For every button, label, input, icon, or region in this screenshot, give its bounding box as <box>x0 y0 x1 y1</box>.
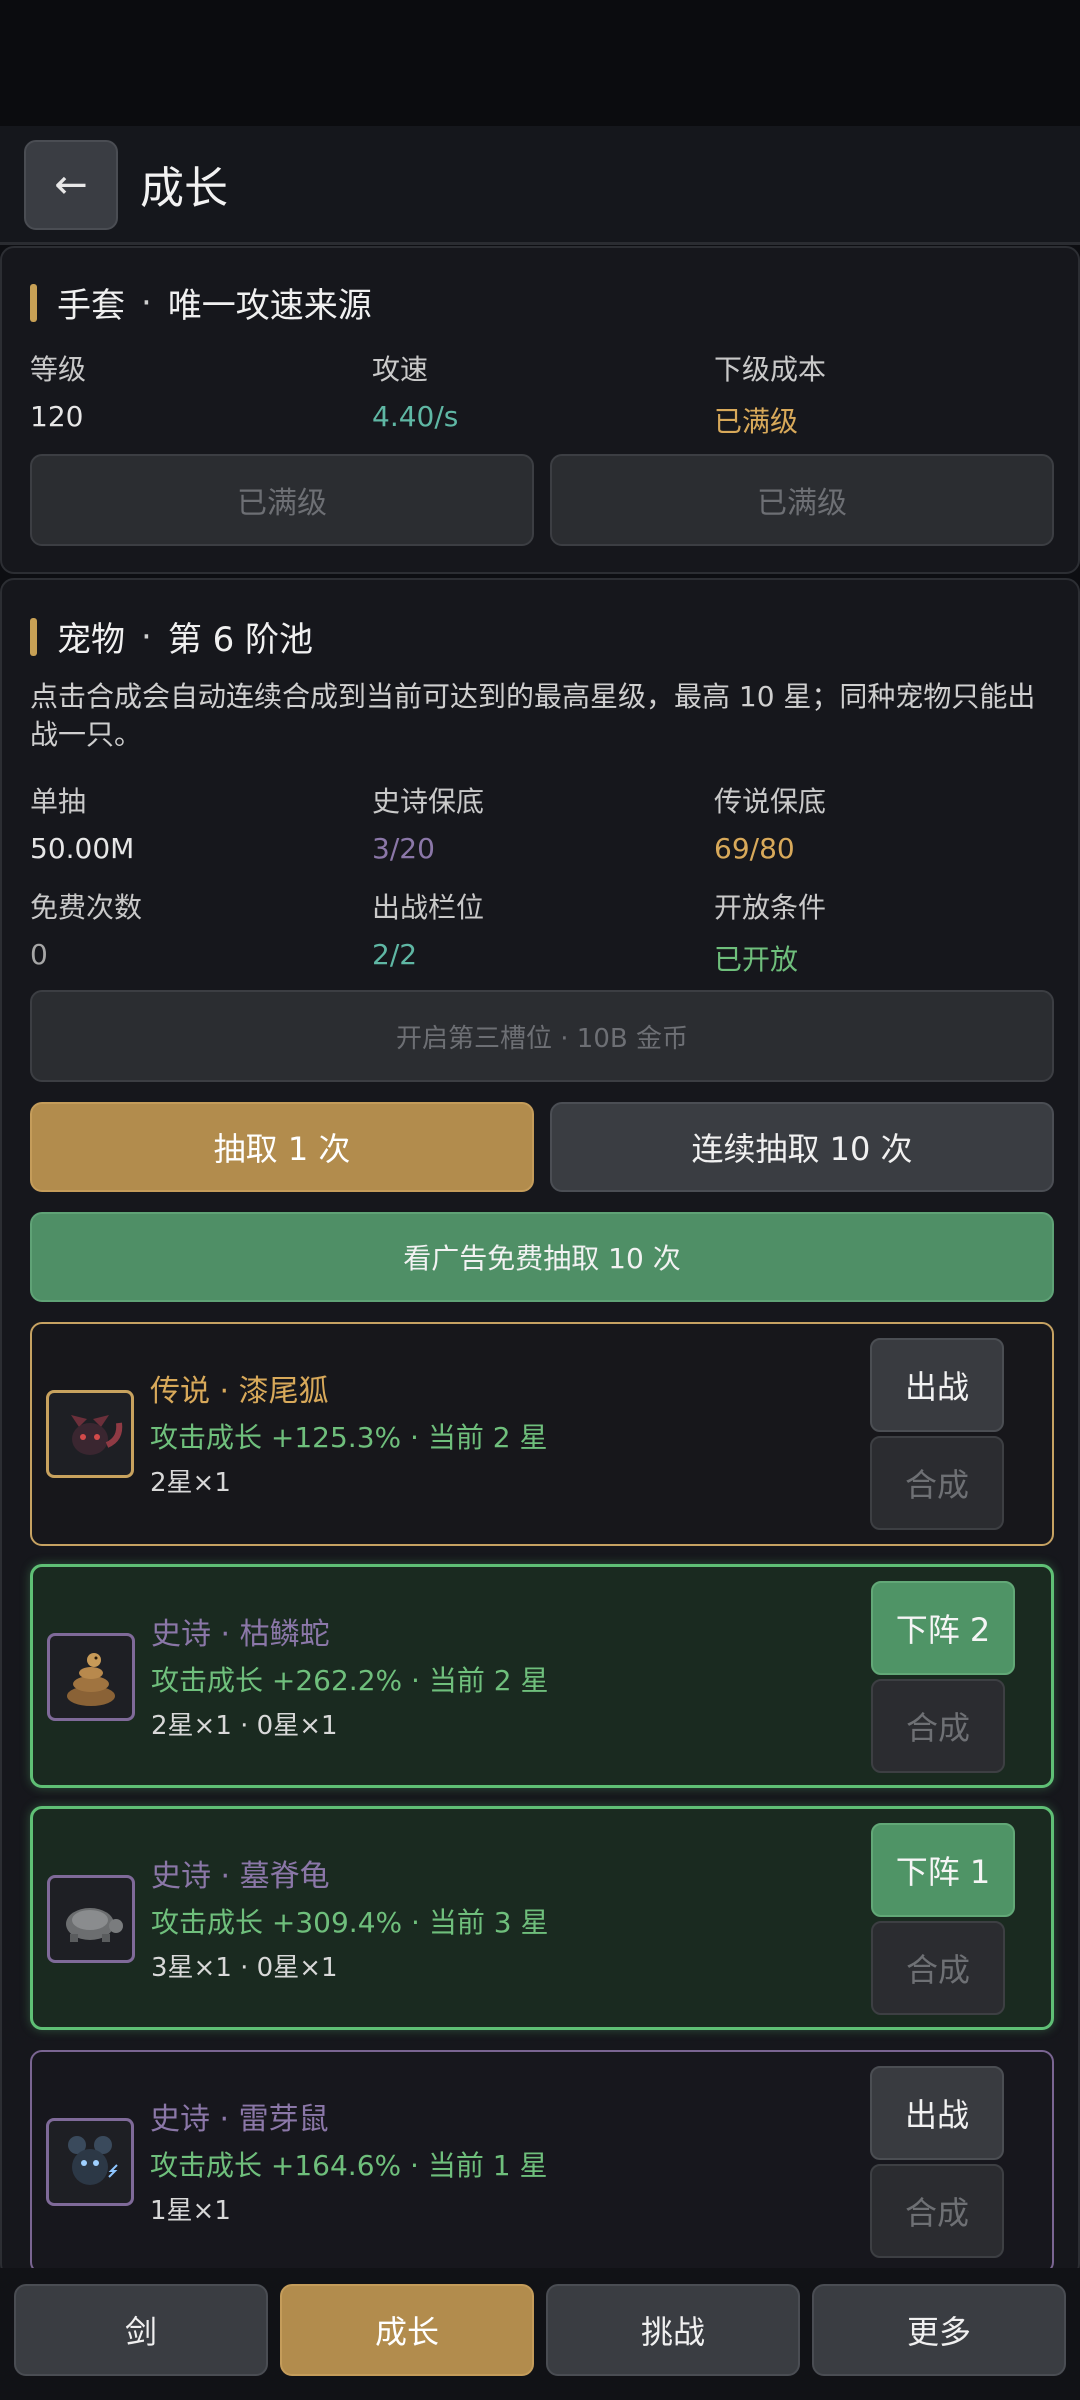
merge-button[interactable]: 合成 <box>871 1921 1005 2015</box>
pet-card: 史诗 · 雷芽鼠 攻击成长 +164.6% · 当前 1 星 1星×1 出战 合… <box>30 2050 1054 2274</box>
stat-label: 单抽 <box>30 785 87 818</box>
pet-name: 墓脊龟 <box>239 1859 330 1894</box>
turtle-icon <box>47 1875 135 1963</box>
stat-label: 等级 <box>30 353 87 386</box>
fox-icon <box>46 1390 134 1478</box>
title-accent-bar <box>30 617 37 656</box>
title-accent-bar <box>30 283 37 322</box>
undeploy-button[interactable]: 下阵 1 <box>871 1823 1015 1917</box>
stat-value: 已开放 <box>714 943 799 976</box>
page-title: 成长 <box>140 163 228 214</box>
pet-title: 史诗 · 墓脊龟 <box>151 1859 330 1894</box>
merge-button[interactable]: 合成 <box>870 2164 1004 2258</box>
stat-label: 史诗保底 <box>372 785 485 818</box>
stat-next-cost: 下级成本 已满级 <box>714 348 826 440</box>
arrow-left-icon: ← <box>54 162 88 208</box>
stat-attack-speed: 攻速 4.40/s <box>372 348 458 433</box>
stat-value: 已满级 <box>714 405 799 438</box>
pet-card: 传说 · 漆尾狐 攻击成长 +125.3% · 当前 2 星 2星×1 出战 合… <box>30 1322 1054 1546</box>
back-button[interactable]: ← <box>24 140 118 230</box>
status-bar <box>0 0 1080 126</box>
merge-button[interactable]: 合成 <box>871 1679 1005 1773</box>
stat-level: 等级 120 <box>30 348 86 433</box>
stat-legend-pity: 传说保底 69/80 <box>714 780 826 865</box>
nav-growth[interactable]: 成长 <box>280 2284 534 2376</box>
section-title: 手套 · 唯一攻速来源 <box>30 278 372 327</box>
pet-title: 史诗 · 雷芽鼠 <box>150 2102 329 2137</box>
pets-description: 点击合成会自动连续合成到当前可达到的最高星级，最高 10 星；同种宠物只能出战一… <box>30 680 1036 751</box>
merge-button[interactable]: 合成 <box>870 1436 1004 1530</box>
stat-label: 出战栏位 <box>372 891 485 924</box>
pet-stars: 1星×1 <box>150 2196 231 2226</box>
stat-epic-pity: 史诗保底 3/20 <box>372 780 484 865</box>
stat-free-count: 免费次数 0 <box>30 886 142 971</box>
pet-rarity: 史诗 <box>150 2102 210 2137</box>
stat-value: 0 <box>30 938 48 971</box>
pet-growth: 攻击成长 +164.6% · 当前 1 星 <box>150 2149 548 2182</box>
section-title-main: 宠物 <box>57 620 125 660</box>
pet-rarity: 史诗 <box>151 1859 211 1894</box>
deploy-button[interactable]: 出战 <box>870 2066 1004 2160</box>
pet-rarity: 传说 <box>150 1374 210 1409</box>
stat-value: 69/80 <box>714 832 795 865</box>
deploy-button[interactable]: 出战 <box>870 1338 1004 1432</box>
stat-label: 免费次数 <box>30 891 143 924</box>
pet-title: 传说 · 漆尾狐 <box>150 1374 329 1409</box>
nav-sword[interactable]: 剑 <box>14 2284 268 2376</box>
pet-name: 枯鳞蛇 <box>239 1617 330 1652</box>
snake-icon <box>47 1633 135 1721</box>
upgrade-button-disabled[interactable]: 已满级 <box>30 454 534 546</box>
rat-icon <box>46 2118 134 2206</box>
upgrade-button-disabled-2[interactable]: 已满级 <box>550 454 1054 546</box>
stat-value: 2/2 <box>372 938 418 971</box>
bottom-nav: 剑 成长 挑战 更多 <box>0 2268 1080 2400</box>
pet-growth: 攻击成长 +262.2% · 当前 2 星 <box>151 1664 549 1697</box>
pet-stars: 3星×1 · 0星×1 <box>151 1953 338 1983</box>
stat-label: 传说保底 <box>714 785 827 818</box>
section-title-sub: 唯一攻速来源 <box>167 286 372 326</box>
stat-value: 3/20 <box>372 832 435 865</box>
stat-unlock-condition: 开放条件 已开放 <box>714 886 826 978</box>
pet-card: 史诗 · 枯鳞蛇 攻击成长 +262.2% · 当前 2 星 2星×1 · 0星… <box>30 1564 1054 1788</box>
pet-growth: 攻击成长 +125.3% · 当前 2 星 <box>150 1421 548 1454</box>
pet-card: 史诗 · 墓脊龟 攻击成长 +309.4% · 当前 3 星 3星×1 · 0星… <box>30 1806 1054 2030</box>
header: ← 成长 <box>0 126 1080 245</box>
stat-label: 攻速 <box>372 353 429 386</box>
undeploy-button[interactable]: 下阵 2 <box>871 1581 1015 1675</box>
stat-label: 开放条件 <box>714 891 827 924</box>
pet-title: 史诗 · 枯鳞蛇 <box>151 1617 330 1652</box>
section-title-main: 手套 <box>57 286 125 326</box>
section-title-sub: 第 6 阶池 <box>167 620 314 660</box>
pet-name: 雷芽鼠 <box>238 2102 329 2137</box>
stat-value: 50.00M <box>30 832 135 865</box>
draw-one-button[interactable]: 抽取 1 次 <box>30 1102 534 1192</box>
pet-name: 漆尾狐 <box>238 1374 329 1409</box>
stat-value: 120 <box>30 400 84 433</box>
ad-free-draw-button[interactable]: 看广告免费抽取 10 次 <box>30 1212 1054 1302</box>
stat-battle-slots: 出战栏位 2/2 <box>372 886 484 971</box>
pet-stars: 2星×1 <box>150 1468 231 1498</box>
nav-more[interactable]: 更多 <box>812 2284 1066 2376</box>
section-title: 宠物 · 第 6 阶池 <box>30 612 313 661</box>
pets-section: 宠物 · 第 6 阶池 点击合成会自动连续合成到当前可达到的最高星级，最高 10… <box>0 578 1080 2278</box>
pet-rarity: 史诗 <box>151 1617 211 1652</box>
gloves-section: 手套 · 唯一攻速来源 等级 120 攻速 4.40/s 下级成本 已满级 已满… <box>0 246 1080 574</box>
pet-stars: 2星×1 · 0星×1 <box>151 1711 338 1741</box>
stat-value: 4.40/s <box>372 400 459 433</box>
stat-single-draw: 单抽 50.00M <box>30 780 134 865</box>
pet-growth: 攻击成长 +309.4% · 当前 3 星 <box>151 1906 549 1939</box>
draw-ten-button[interactable]: 连续抽取 10 次 <box>550 1102 1054 1192</box>
stat-label: 下级成本 <box>714 353 827 386</box>
unlock-slot-button[interactable]: 开启第三槽位 · 10B 金币 <box>30 990 1054 1082</box>
nav-challenge[interactable]: 挑战 <box>546 2284 800 2376</box>
